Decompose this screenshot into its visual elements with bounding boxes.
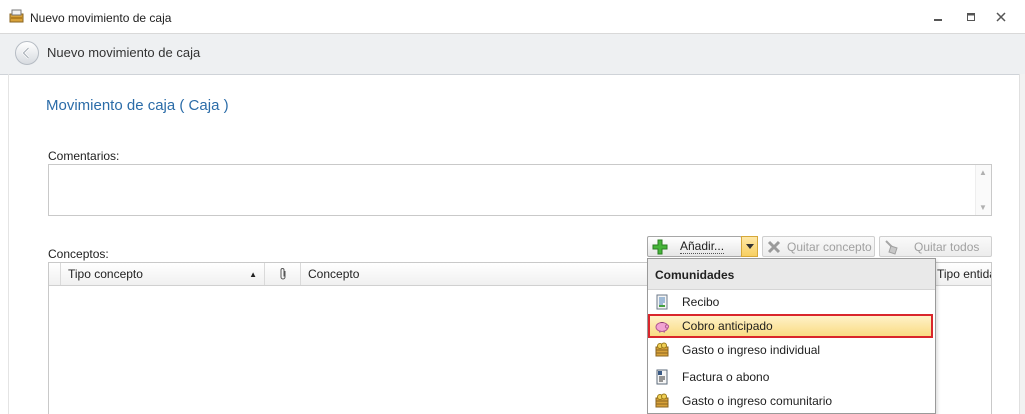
header-title: Nuevo movimiento de caja xyxy=(47,45,201,60)
add-plus-icon xyxy=(652,239,668,254)
column-header-tipo-entidad[interactable]: Tipo entidad xyxy=(931,263,991,285)
column-header-label: Tipo entidad xyxy=(937,267,991,281)
menu-group-label: Comunidades xyxy=(655,268,735,282)
minimize-button[interactable] xyxy=(928,8,948,26)
back-button[interactable] xyxy=(15,41,39,65)
scroll-down-icon: ▼ xyxy=(979,203,987,212)
restore-icon xyxy=(967,13,975,21)
window-scrollbar[interactable] xyxy=(1019,74,1025,414)
close-button[interactable] xyxy=(991,8,1011,26)
delete-x-icon xyxy=(767,240,781,253)
maximize-button[interactable] xyxy=(961,8,981,26)
close-icon xyxy=(996,12,1006,22)
remove-concept-label: Quitar concepto xyxy=(787,239,872,254)
column-header-attachment[interactable] xyxy=(265,263,301,285)
paperclip-icon xyxy=(280,268,285,280)
piggy-bank-icon xyxy=(654,318,670,334)
concepts-label: Conceptos: xyxy=(48,247,109,261)
page-title: Movimiento de caja ( Caja ) xyxy=(46,97,229,114)
comments-field[interactable]: ▲ ▼ xyxy=(48,164,992,216)
add-dropdown-button[interactable] xyxy=(741,236,758,257)
content-left-border xyxy=(8,74,9,414)
comments-scrollbar[interactable]: ▲ ▼ xyxy=(975,165,991,215)
menu-group-header: Comunidades xyxy=(648,259,935,290)
comments-label: Comentarios: xyxy=(48,149,120,163)
add-button[interactable]: Añadir... xyxy=(647,236,742,257)
coins-icon xyxy=(654,393,670,409)
column-header-label: Tipo concepto xyxy=(68,267,143,281)
menu-item-label: Gasto o ingreso comunitario xyxy=(682,394,833,408)
app-icon xyxy=(9,9,25,23)
menu-item-cobro-anticipado[interactable]: Cobro anticipado xyxy=(648,314,933,338)
remove-all-label: Quitar todos xyxy=(914,239,980,254)
sort-ascending-icon: ▲ xyxy=(249,269,257,279)
column-header-tipo-concepto[interactable]: Tipo concepto ▲ xyxy=(61,263,265,285)
column-header-label: Concepto xyxy=(308,267,360,281)
menu-item-gasto-comunitario[interactable]: Gasto o ingreso comunitario xyxy=(648,389,935,413)
menu-item-label: Factura o abono xyxy=(682,370,770,384)
menu-item-label: Gasto o ingreso individual xyxy=(682,343,821,357)
minimize-icon xyxy=(934,19,942,21)
window-title: Nuevo movimiento de caja xyxy=(30,11,172,25)
menu-item-label: Cobro anticipado xyxy=(682,319,773,333)
back-arrow-icon xyxy=(21,47,30,59)
menu-item-factura-abono[interactable]: Factura o abono xyxy=(648,365,935,389)
coins-icon xyxy=(654,342,670,358)
menu-item-recibo[interactable]: Recibo xyxy=(648,290,935,314)
receipt-icon xyxy=(654,294,670,310)
grid-indicator-column xyxy=(49,263,61,285)
remove-all-button[interactable]: Quitar todos xyxy=(879,236,992,257)
chevron-down-icon xyxy=(745,244,754,249)
menu-item-gasto-individual[interactable]: Gasto o ingreso individual xyxy=(648,338,935,362)
invoice-icon xyxy=(654,369,670,385)
menu-item-label: Recibo xyxy=(682,295,720,309)
broom-icon xyxy=(885,239,898,255)
add-button-label: Añadir... xyxy=(680,238,725,254)
scroll-up-icon: ▲ xyxy=(979,168,987,177)
remove-concept-button[interactable]: Quitar concepto xyxy=(762,236,875,257)
